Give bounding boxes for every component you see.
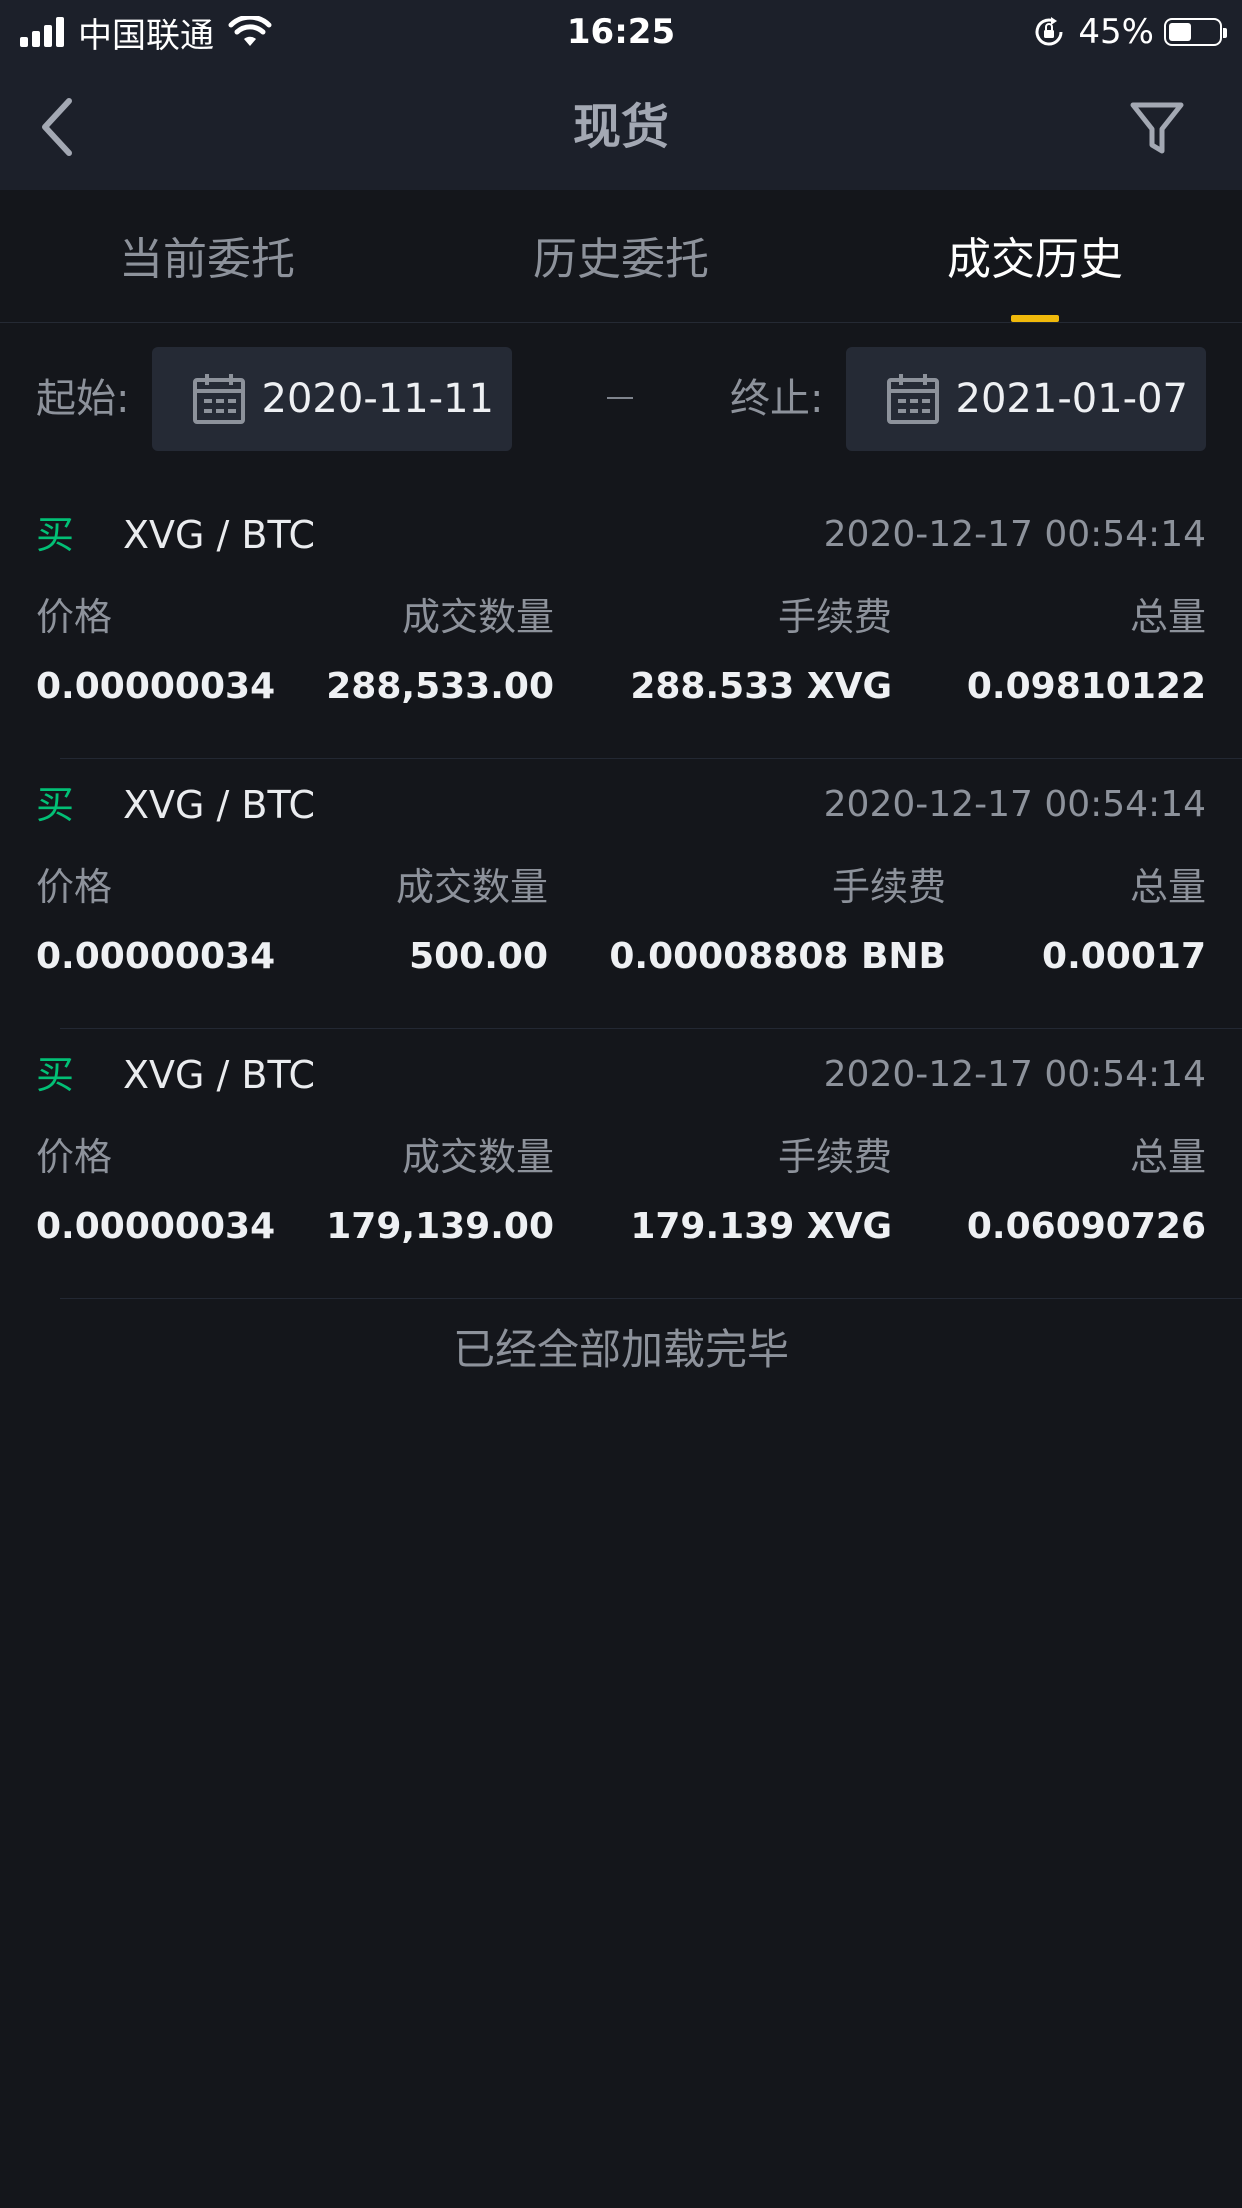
quantity-header: 成交数量 — [395, 865, 548, 909]
date-range-separator — [607, 397, 633, 399]
quantity-value: 179,139.00 — [326, 1206, 554, 1247]
trade-time: 2020-12-17 00:54:14 — [823, 1054, 1206, 1095]
status-bar: 中国联通 16:25 45% — [0, 0, 1242, 64]
price-header: 价格 — [36, 595, 113, 639]
total-header: 总量 — [1129, 1135, 1206, 1179]
trade-side: 买 — [36, 1053, 75, 1097]
fee-value: 0.00008808 BNB — [609, 936, 946, 977]
price-header: 价格 — [36, 865, 113, 909]
price-value: 0.00000034 — [36, 1206, 276, 1247]
start-date-value: 2020-11-11 — [261, 376, 494, 422]
all-loaded-message: 已经全部加载完毕 — [452, 1325, 789, 1374]
total-header: 总量 — [1129, 595, 1206, 639]
tab-trade-history[interactable]: 成交历史 — [828, 190, 1242, 322]
quantity-header: 成交数量 — [401, 1135, 554, 1179]
trade-pair: XVG / BTC — [123, 783, 316, 827]
fee-header: 手续费 — [777, 595, 892, 639]
rotation-lock-icon — [1035, 17, 1063, 46]
fee-header: 手续费 — [777, 1135, 892, 1179]
start-date-label: 起始: — [36, 376, 130, 422]
trade-item[interactable]: 买 XVG / BTC 2020-12-17 00:54:14 价格 成交数量 … — [0, 505, 1242, 775]
tab-label: 当前委托 — [119, 234, 295, 285]
divider — [60, 758, 1242, 759]
tab-order-history[interactable]: 历史委托 — [414, 190, 828, 322]
tab-bar: 当前委托 历史委托 成交历史 — [0, 190, 1242, 323]
battery-percent: 45% — [1078, 12, 1154, 52]
trade-side: 买 — [36, 513, 75, 557]
end-date-value: 2021-01-07 — [955, 376, 1188, 422]
calendar-icon — [887, 374, 939, 424]
date-filter: 起始: 2020-11-11 终止: 2021-01-07 — [0, 347, 1242, 451]
start-date-picker[interactable]: 2020-11-11 — [152, 347, 512, 451]
quantity-value: 288,533.00 — [326, 666, 554, 707]
trade-item[interactable]: 买 XVG / BTC 2020-12-17 00:54:14 价格 成交数量 … — [0, 775, 1242, 1045]
calendar-icon — [193, 374, 245, 424]
battery-fill — [1169, 23, 1191, 41]
divider — [60, 1028, 1242, 1029]
filter-icon — [1130, 102, 1184, 154]
trade-time: 2020-12-17 00:54:14 — [823, 784, 1206, 825]
price-value: 0.00000034 — [36, 936, 276, 977]
active-tab-indicator — [1011, 315, 1059, 322]
price-header: 价格 — [36, 1135, 113, 1179]
trade-pair: XVG / BTC — [123, 1053, 316, 1097]
trade-side: 买 — [36, 783, 75, 827]
trade-item[interactable]: 买 XVG / BTC 2020-12-17 00:54:14 价格 成交数量 … — [0, 1045, 1242, 1315]
end-date-label: 终止: — [730, 376, 824, 422]
nav-bar: 现货 — [0, 64, 1242, 190]
tab-open-orders[interactable]: 当前委托 — [0, 190, 414, 322]
tab-label: 成交历史 — [947, 234, 1123, 285]
divider — [60, 1298, 1242, 1299]
trade-pair: XVG / BTC — [123, 513, 316, 557]
fee-value: 288.533 XVG — [630, 666, 892, 707]
end-date-picker[interactable]: 2021-01-07 — [846, 347, 1206, 451]
total-value: 0.06090726 — [966, 1206, 1206, 1247]
status-right: 45% — [1032, 0, 1227, 64]
total-value: 0.00017 — [1042, 936, 1206, 977]
page-title: 现货 — [572, 99, 669, 155]
tab-label: 历史委托 — [533, 234, 709, 285]
trade-time: 2020-12-17 00:54:14 — [823, 514, 1206, 555]
fee-value: 179.139 XVG — [630, 1206, 892, 1247]
total-header: 总量 — [1129, 865, 1206, 909]
filter-button[interactable] — [1122, 94, 1192, 164]
total-value: 0.09810122 — [966, 666, 1206, 707]
quantity-value: 500.00 — [409, 936, 548, 977]
quantity-header: 成交数量 — [401, 595, 554, 639]
battery-icon — [1164, 18, 1227, 46]
price-value: 0.00000034 — [36, 666, 276, 707]
fee-header: 手续费 — [831, 865, 946, 909]
